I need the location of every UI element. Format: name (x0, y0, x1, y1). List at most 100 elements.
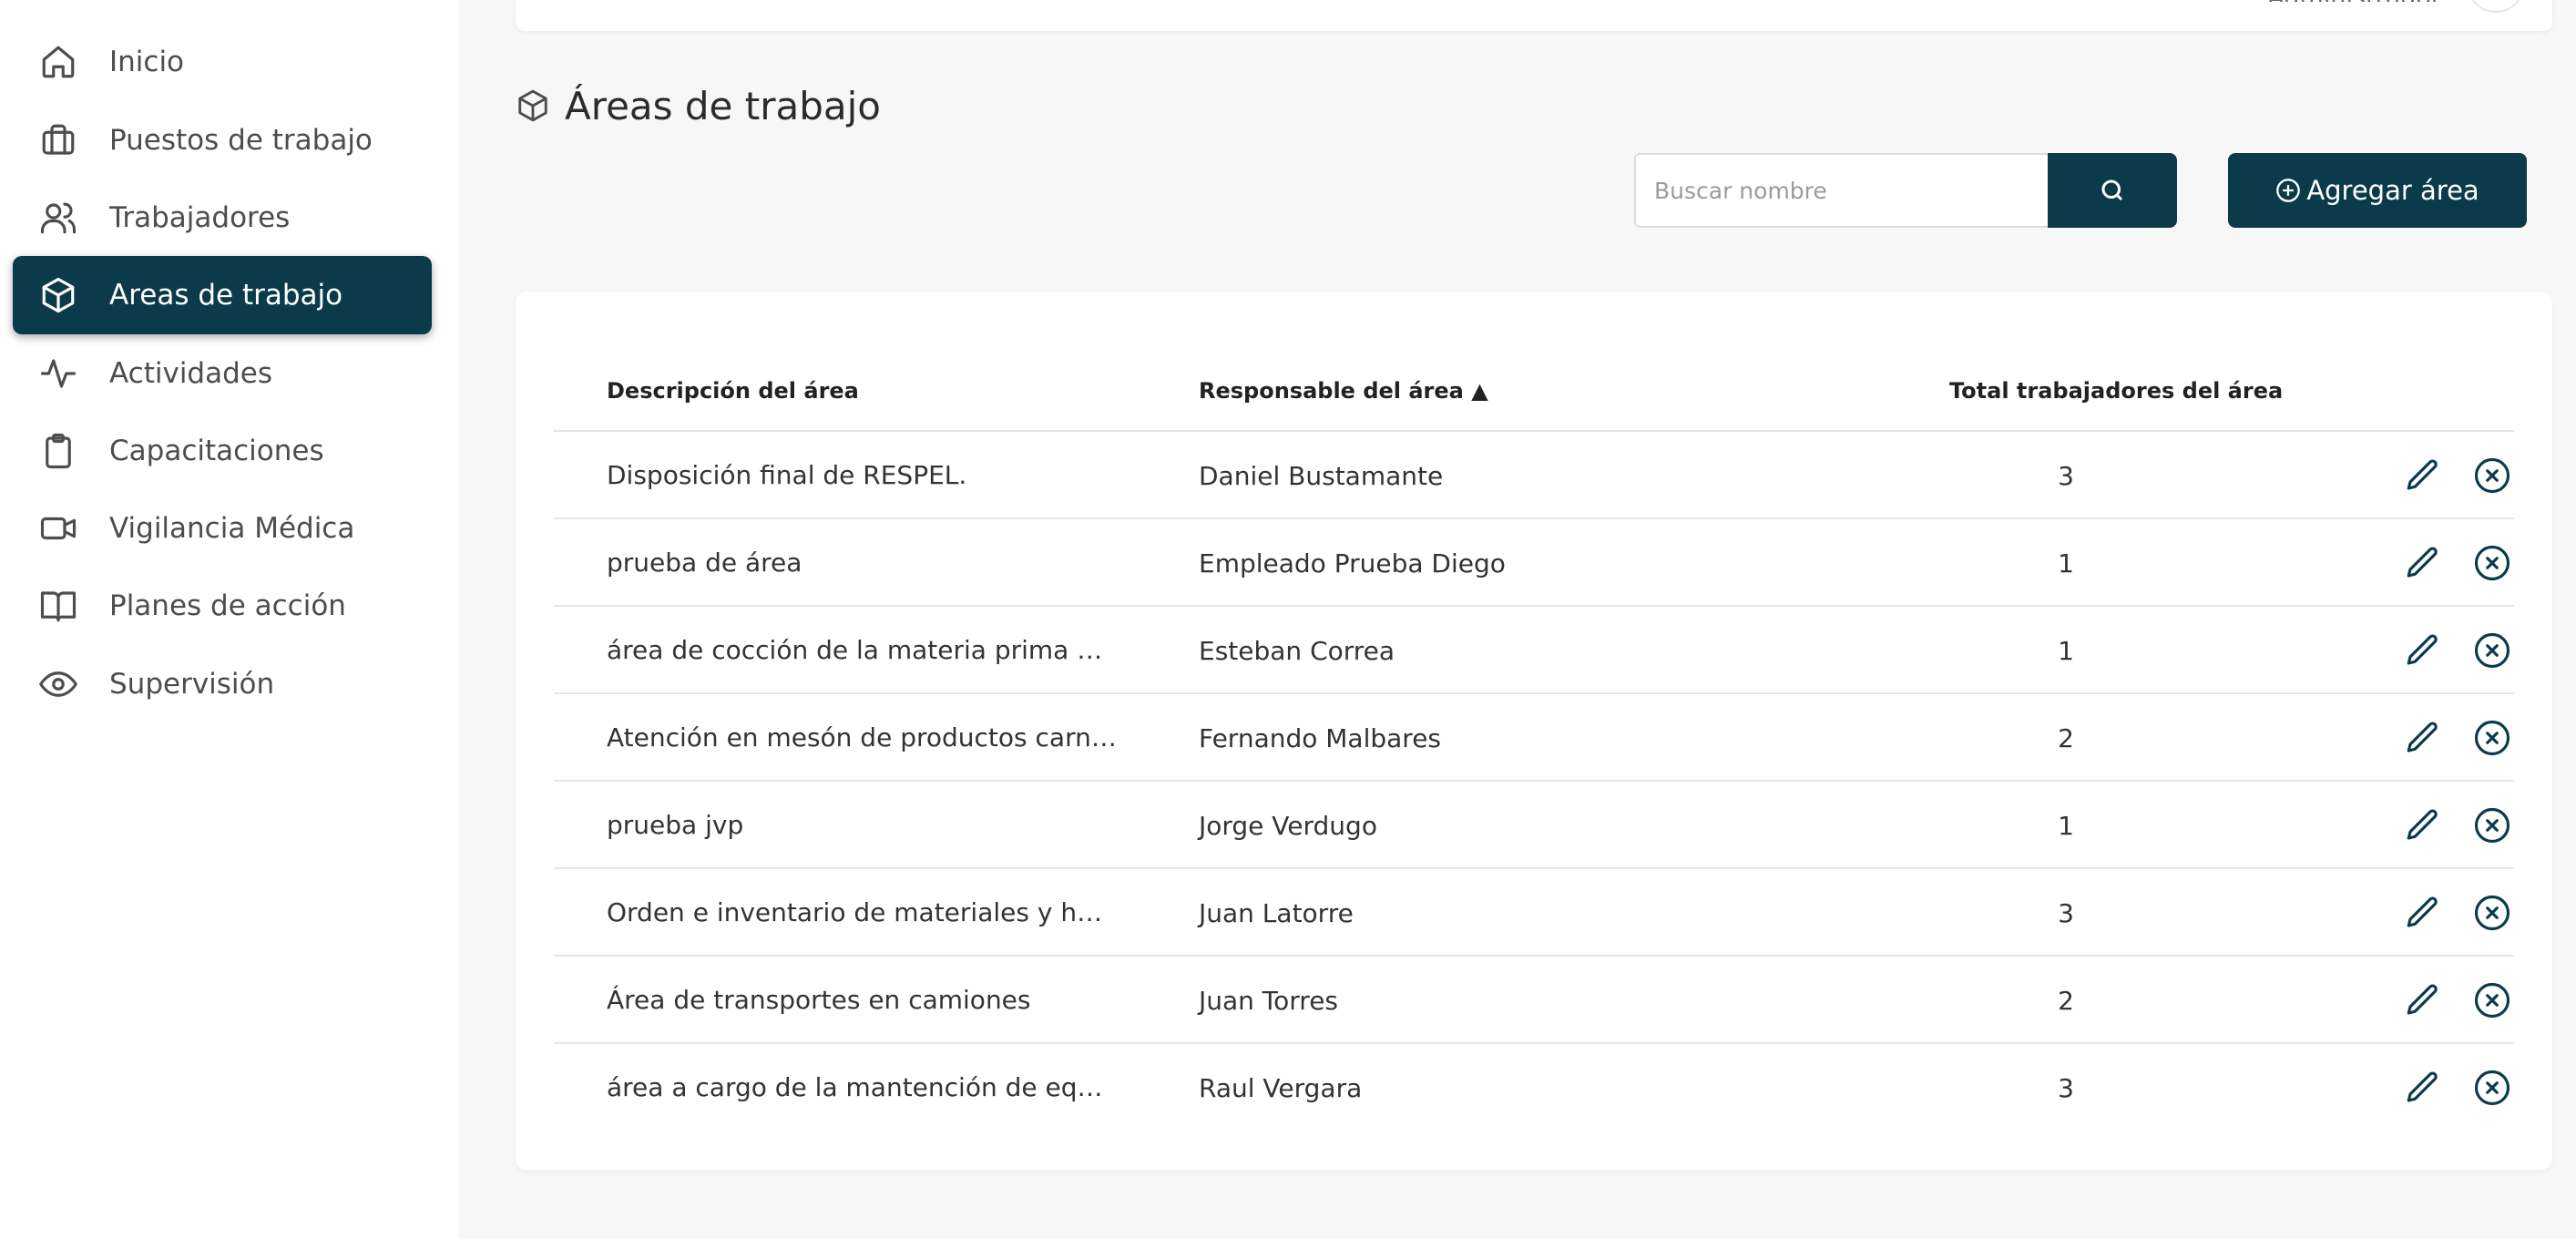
sidebar-item-label: Puestos de trabajo (109, 124, 373, 157)
sidebar-item-vigilancia[interactable]: Vigilancia Médica (13, 489, 432, 568)
edit-icon[interactable] (2403, 543, 2443, 583)
delete-icon[interactable] (2472, 630, 2512, 671)
cell-total: 3 (2058, 460, 2074, 491)
edit-icon[interactable] (2403, 805, 2443, 845)
avatar[interactable] (2467, 0, 2525, 13)
cell-description: Atención en mesón de productos carnes y.… (607, 722, 1117, 753)
row-actions (2403, 957, 2512, 1044)
column-header-description[interactable]: Descripción del área (607, 350, 859, 432)
cell-description: área de cocción de la materia prima que … (607, 635, 1117, 665)
box-icon (518, 89, 547, 122)
activity-icon (38, 353, 78, 394)
briefcase-icon (38, 120, 78, 160)
table-row: área de cocción de la materia prima qu e … (554, 607, 2514, 694)
cell-responsible: Daniel Bustamante (1199, 460, 1444, 491)
cell-responsible: Jorge Verdugo (1199, 810, 1377, 841)
home-icon (38, 42, 78, 82)
row-actions (2403, 519, 2512, 607)
cell-total: 1 (2058, 548, 2074, 579)
edit-icon[interactable] (2403, 456, 2443, 496)
sidebar-item-label: Capacitaciones (109, 435, 324, 467)
cell-responsible: Esteban Correa (1199, 635, 1395, 666)
cell-responsible: Juan Torres (1199, 985, 1339, 1016)
page-title: Áreas de trabajo (516, 78, 881, 133)
box-icon (38, 275, 78, 315)
table-row: área a cargo de la mantención de equipos… (554, 1044, 2514, 1131)
search-button[interactable] (2048, 153, 2177, 228)
sidebar-item-trabajadores[interactable]: Trabajadores (13, 179, 432, 257)
add-area-button[interactable]: Agregar área (2228, 153, 2527, 228)
edit-icon[interactable] (2403, 1068, 2443, 1108)
cell-total: 3 (2058, 1072, 2074, 1103)
table-row: Atención en mesón de productos carnes y.… (554, 694, 2514, 782)
delete-icon[interactable] (2472, 456, 2512, 496)
plus-circle-icon (2276, 179, 2301, 202)
sidebar-item-label: Planes de acción (109, 589, 346, 622)
book-icon (38, 586, 78, 626)
sidebar-item-label: Areas de trabajo (109, 279, 343, 312)
cell-description: prueba jvp (607, 810, 744, 840)
delete-icon[interactable] (2472, 1068, 2512, 1108)
edit-icon[interactable] (2403, 630, 2443, 671)
table-row: Orden e inventario de materiales y herra… (554, 869, 2514, 957)
table-row: Disposición final de RESPEL. Daniel Bust… (554, 432, 2514, 519)
delete-icon[interactable] (2472, 718, 2512, 758)
eye-icon (38, 664, 78, 704)
sidebar-item-supervision[interactable]: Supervisión (13, 645, 432, 723)
top-header: Administrador (516, 0, 2552, 31)
sidebar-item-label: Inicio (109, 46, 185, 78)
video-icon (38, 508, 78, 548)
search-icon (2101, 179, 2123, 201)
search-input[interactable] (1634, 153, 2050, 228)
row-actions (2403, 869, 2512, 957)
sidebar-item-label: Trabajadores (109, 201, 291, 234)
cell-total: 3 (2058, 897, 2074, 928)
page-title-text: Áreas de trabajo (565, 83, 881, 128)
row-actions (2403, 607, 2512, 694)
delete-icon[interactable] (2472, 543, 2512, 583)
sidebar: Inicio Puestos de trabajo Trabajadores A… (0, 0, 459, 1239)
table-row: prueba de área Empleado Prueba Diego 1 (554, 519, 2514, 607)
row-actions (2403, 694, 2512, 782)
cell-description: prueba de área (607, 548, 802, 578)
cell-responsible: Empleado Prueba Diego (1199, 548, 1506, 579)
clipboard-icon (38, 431, 78, 471)
cell-total: 1 (2058, 810, 2074, 841)
cell-description: Disposición final de RESPEL. (607, 460, 967, 490)
users-icon (38, 198, 78, 238)
column-header-responsible[interactable]: Responsable del área ▲ (1199, 350, 1488, 432)
table-row: Área de transportes en camiones Juan Tor… (554, 957, 2514, 1044)
cell-total: 2 (2058, 985, 2074, 1016)
cell-responsible: Juan Latorre (1199, 897, 1354, 928)
column-header-total[interactable]: Total trabajadores del área (1949, 350, 2283, 432)
sidebar-item-label: Actividades (109, 357, 273, 390)
sidebar-item-areas[interactable]: Areas de trabajo (13, 256, 432, 334)
sidebar-item-puestos[interactable]: Puestos de trabajo (13, 101, 432, 179)
row-actions (2403, 1044, 2512, 1131)
cell-total: 2 (2058, 722, 2074, 753)
areas-table: Descripción del área Responsable del áre… (516, 292, 2552, 1170)
table-header: Descripción del área Responsable del áre… (554, 350, 2514, 432)
sidebar-item-planes[interactable]: Planes de acción (13, 567, 432, 645)
edit-icon[interactable] (2403, 893, 2443, 933)
delete-icon[interactable] (2472, 805, 2512, 845)
cell-total: 1 (2058, 635, 2074, 666)
delete-icon[interactable] (2472, 893, 2512, 933)
edit-icon[interactable] (2403, 980, 2443, 1020)
sidebar-item-label: Supervisión (109, 668, 275, 701)
sidebar-item-actividades[interactable]: Actividades (13, 334, 432, 413)
table-row: prueba jvp Jorge Verdugo 1 (554, 782, 2514, 869)
cell-description: Área de transportes en camiones (607, 985, 1031, 1015)
row-actions (2403, 432, 2512, 519)
sidebar-item-inicio[interactable]: Inicio (13, 23, 432, 101)
cell-responsible: Fernando Malbares (1199, 722, 1442, 753)
user-role: Administrador (2267, 0, 2441, 2)
sidebar-item-label: Vigilancia Médica (109, 512, 355, 545)
cell-responsible: Raul Vergara (1199, 1072, 1363, 1103)
cell-description: Orden e inventario de materiales y herra… (607, 897, 1117, 927)
add-area-label: Agregar área (2306, 175, 2479, 206)
edit-icon[interactable] (2403, 718, 2443, 758)
delete-icon[interactable] (2472, 980, 2512, 1020)
sidebar-item-capacitaciones[interactable]: Capacitaciones (13, 412, 432, 490)
cell-description: área a cargo de la mantención de equipos… (607, 1072, 1117, 1102)
